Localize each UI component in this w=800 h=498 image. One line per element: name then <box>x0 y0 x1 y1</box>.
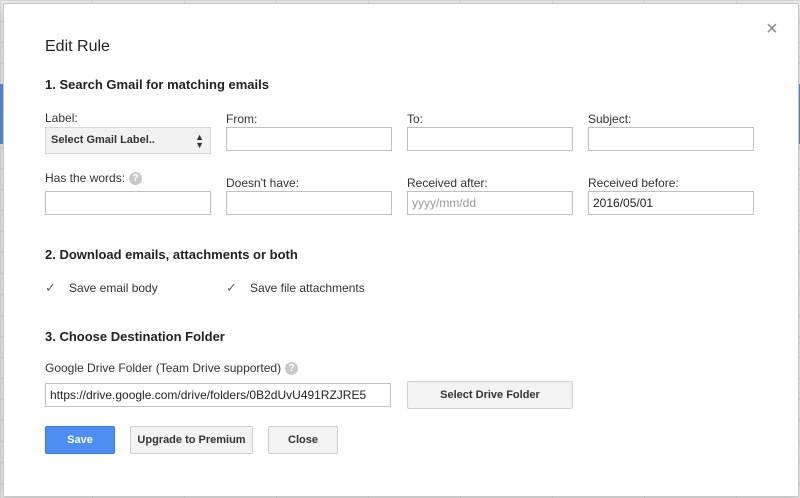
gmail-label-select-value: Select Gmail Label.. <box>51 134 155 146</box>
section-download-heading: 2. Download emails, attachments or both <box>45 247 298 262</box>
drive-folder-label-row: Google Drive Folder (Team Drive supporte… <box>45 361 299 376</box>
has-words-label-row: Has the words:? <box>45 171 143 186</box>
label-field-label: Label: <box>45 111 78 125</box>
has-words-input[interactable] <box>45 191 211 215</box>
gmail-label-select[interactable]: Select Gmail Label.. ▲ ▼ <box>45 127 211 154</box>
doesnt-have-input[interactable] <box>226 191 392 215</box>
select-arrows-icon: ▲ ▼ <box>195 132 204 150</box>
drive-folder-input[interactable] <box>45 383 391 407</box>
doesnt-have-field-label: Doesn't have: <box>226 176 300 190</box>
help-icon[interactable]: ? <box>285 362 299 376</box>
save-email-body-checkbox[interactable]: ✓ Save email body <box>45 280 158 296</box>
close-button[interactable]: Close <box>268 426 338 454</box>
received-after-input[interactable] <box>407 191 573 215</box>
section-search-heading: 1. Search Gmail for matching emails <box>45 77 269 92</box>
received-after-field-label: Received after: <box>407 176 488 190</box>
received-before-input[interactable] <box>588 191 754 215</box>
edit-rule-dialog: Edit Rule × 1. Search Gmail for matching… <box>3 3 799 497</box>
upgrade-premium-button[interactable]: Upgrade to Premium <box>130 426 253 454</box>
dialog-title: Edit Rule <box>45 38 110 55</box>
has-words-field-label: Has the words: <box>45 171 126 185</box>
select-drive-folder-button[interactable]: Select Drive Folder <box>407 381 573 409</box>
to-input[interactable] <box>407 127 573 151</box>
help-icon[interactable]: ? <box>129 172 143 186</box>
save-file-attachments-checkbox[interactable]: ✓ Save file attachments <box>226 280 365 296</box>
save-file-attachments-label: Save file attachments <box>250 281 365 295</box>
checkmark-icon: ✓ <box>45 280 56 295</box>
from-input[interactable] <box>226 127 392 151</box>
received-before-field-label: Received before: <box>588 176 679 190</box>
subject-input[interactable] <box>588 127 754 151</box>
subject-field-label: Subject: <box>588 112 632 126</box>
to-field-label: To: <box>407 112 424 126</box>
checkmark-icon: ✓ <box>226 280 237 295</box>
section-destination-heading: 3. Choose Destination Folder <box>45 329 225 344</box>
drive-folder-label: Google Drive Folder (Team Drive supporte… <box>45 361 282 375</box>
from-field-label: From: <box>226 112 258 126</box>
save-email-body-label: Save email body <box>69 281 158 295</box>
close-icon[interactable]: × <box>766 19 778 39</box>
save-button[interactable]: Save <box>45 426 115 454</box>
